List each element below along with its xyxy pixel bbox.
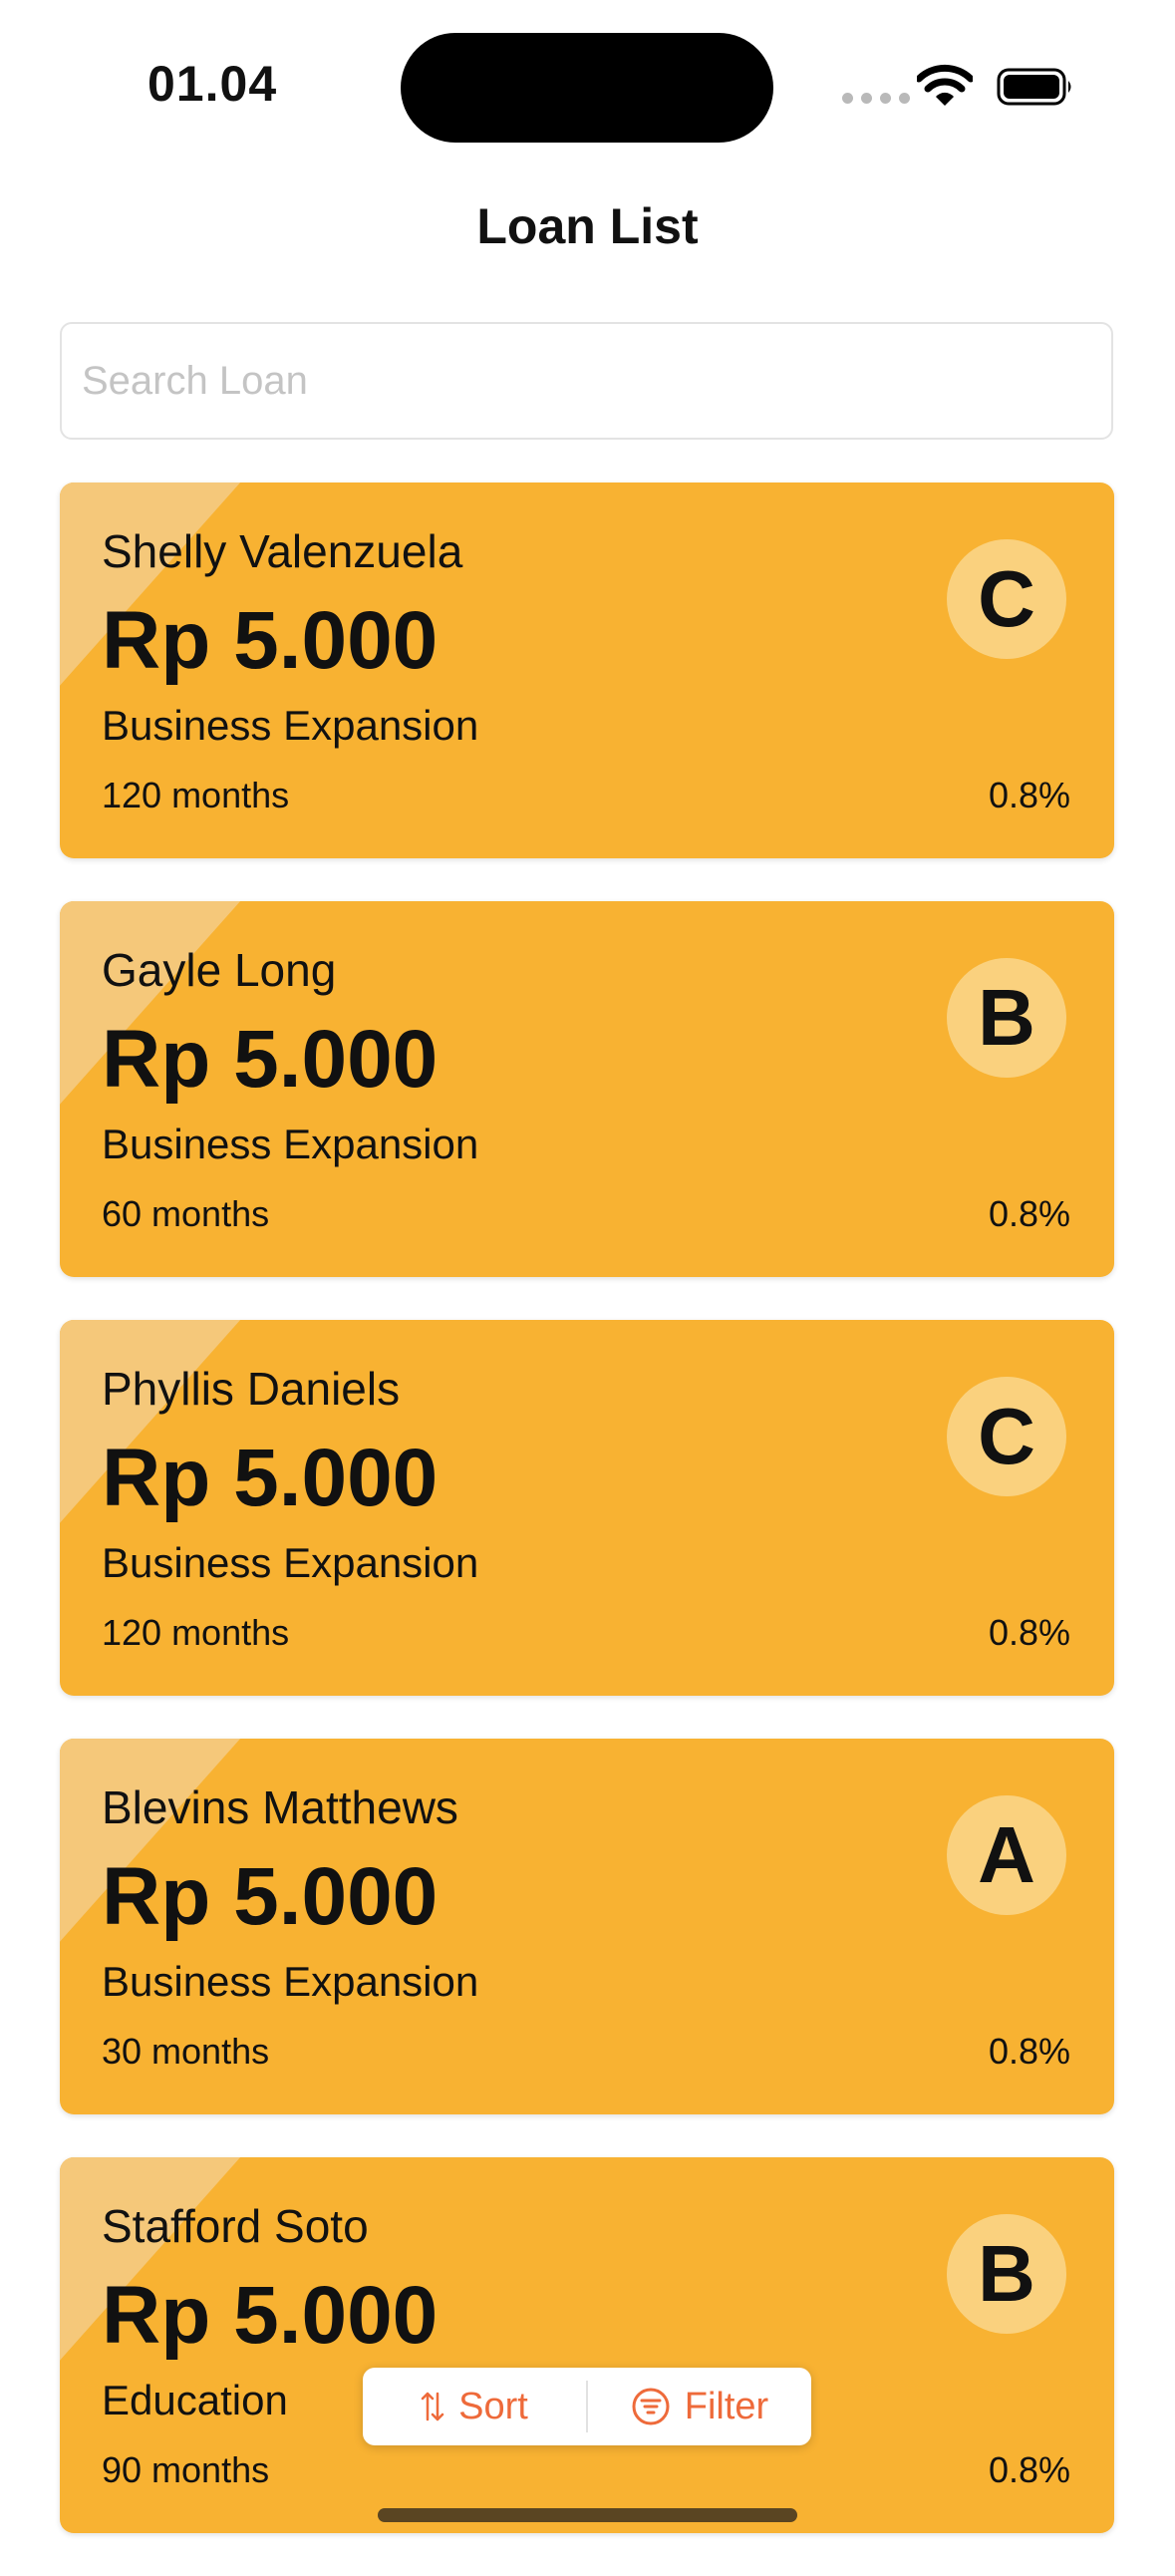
loan-tenor: 120 months bbox=[102, 1612, 290, 1653]
cellular-signal-icon bbox=[842, 93, 910, 104]
loan-purpose: Education bbox=[102, 2377, 288, 2423]
filter-label: Filter bbox=[684, 2385, 769, 2427]
loan-amount: Rp 5.000 bbox=[102, 1851, 439, 1942]
risk-grade-badge: C bbox=[947, 539, 1066, 659]
sort-button[interactable]: Sort bbox=[363, 2368, 586, 2445]
battery-icon bbox=[997, 68, 1071, 106]
loan-card[interactable]: Stafford Soto Rp 5.000 Education 90 mont… bbox=[60, 2157, 1114, 2533]
risk-grade-badge: B bbox=[947, 2214, 1066, 2334]
borrower-name: Gayle Long bbox=[102, 944, 337, 996]
loan-card[interactable]: Gayle Long Rp 5.000 Business Expansion 6… bbox=[60, 901, 1114, 1277]
interest-rate: 0.8% bbox=[988, 1612, 1070, 1653]
loan-purpose: Business Expansion bbox=[102, 1539, 479, 1586]
filter-button[interactable]: Filter bbox=[588, 2368, 811, 2445]
borrower-name: Blevins Matthews bbox=[102, 1781, 458, 1833]
sort-arrows-icon bbox=[421, 2392, 444, 2421]
interest-rate: 0.8% bbox=[988, 2031, 1070, 2072]
risk-grade-badge: C bbox=[947, 1377, 1066, 1496]
risk-grade-badge: A bbox=[947, 1795, 1066, 1915]
status-time: 01.04 bbox=[147, 56, 278, 112]
wifi-icon bbox=[917, 64, 973, 106]
loan-tenor: 30 months bbox=[102, 2031, 270, 2072]
filter-icon bbox=[632, 2388, 670, 2425]
interest-rate: 0.8% bbox=[988, 1193, 1070, 1234]
loan-amount: Rp 5.000 bbox=[102, 1433, 439, 1523]
loan-card[interactable]: Phyllis Daniels Rp 5.000 Business Expans… bbox=[60, 1320, 1114, 1696]
loan-purpose: Business Expansion bbox=[102, 1121, 479, 1167]
loan-amount: Rp 5.000 bbox=[102, 595, 439, 686]
loan-tenor: 60 months bbox=[102, 1193, 270, 1234]
loan-amount: Rp 5.000 bbox=[102, 1014, 439, 1105]
loan-card[interactable]: Shelly Valenzuela Rp 5.000 Business Expa… bbox=[60, 483, 1114, 858]
loan-amount: Rp 5.000 bbox=[102, 2270, 439, 2361]
loan-card[interactable]: Blevins Matthews Rp 5.000 Business Expan… bbox=[60, 1739, 1114, 2114]
loan-purpose: Business Expansion bbox=[102, 702, 479, 749]
page-title: Loan List bbox=[476, 198, 699, 254]
loan-purpose: Business Expansion bbox=[102, 1958, 479, 2005]
risk-grade-badge: B bbox=[947, 958, 1066, 1078]
loan-list: Shelly Valenzuela Rp 5.000 Business Expa… bbox=[60, 483, 1114, 2576]
home-indicator[interactable] bbox=[378, 2508, 797, 2522]
sort-label: Sort bbox=[458, 2385, 528, 2427]
interest-rate: 0.8% bbox=[988, 2449, 1070, 2490]
search-box[interactable] bbox=[60, 322, 1113, 440]
loan-tenor: 120 months bbox=[102, 775, 290, 815]
loan-tenor: 90 months bbox=[102, 2449, 270, 2490]
status-bar: 01.04 bbox=[0, 0, 1175, 169]
borrower-name: Stafford Soto bbox=[102, 2200, 369, 2252]
borrower-name: Shelly Valenzuela bbox=[102, 525, 463, 577]
interest-rate: 0.8% bbox=[988, 775, 1070, 815]
search-input[interactable] bbox=[62, 324, 1111, 438]
dynamic-island bbox=[401, 33, 773, 143]
sort-filter-bar: Sort Filter bbox=[363, 2368, 811, 2445]
borrower-name: Phyllis Daniels bbox=[102, 1363, 401, 1415]
